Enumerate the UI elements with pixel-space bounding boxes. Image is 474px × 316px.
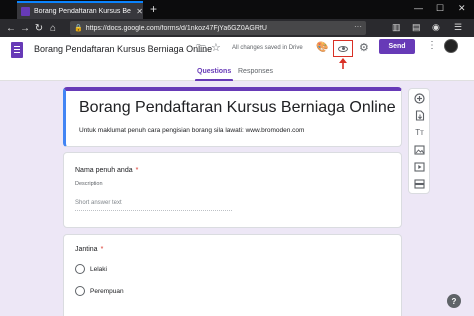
add-title-icon[interactable]: Tт bbox=[414, 127, 425, 138]
minimize-icon[interactable]: — bbox=[414, 3, 423, 13]
active-tab-indicator bbox=[195, 79, 233, 81]
browser-tab[interactable]: Borang Pendaftaran Kursus Be ✕ bbox=[17, 1, 143, 19]
new-tab-button[interactable]: + bbox=[150, 2, 157, 16]
add-video-icon[interactable] bbox=[414, 161, 425, 172]
form-title-card[interactable]: Borang Pendaftaran Kursus Berniaga Onlin… bbox=[63, 87, 402, 147]
url-text: https://docs.google.com/forms/d/1nkoz47F… bbox=[85, 24, 267, 32]
reload-icon[interactable]: ↻ bbox=[32, 23, 46, 34]
saved-status: All changes saved in Drive bbox=[232, 45, 303, 51]
form-title[interactable]: Borang Pendaftaran Kursus Berniaga Onlin… bbox=[79, 99, 396, 117]
import-questions-icon[interactable] bbox=[414, 110, 425, 121]
radio-circle-icon[interactable] bbox=[75, 264, 85, 274]
extension-icon[interactable]: ◉ bbox=[432, 22, 440, 33]
palette-icon[interactable]: 🎨 bbox=[316, 42, 328, 53]
tab-responses[interactable]: Responses bbox=[238, 68, 273, 75]
preview-button[interactable] bbox=[333, 40, 353, 57]
tab-close-icon[interactable]: ✕ bbox=[136, 7, 143, 16]
send-button[interactable]: Send bbox=[379, 39, 415, 54]
question-card[interactable]: Nama penuh anda * Description Short answe… bbox=[63, 152, 402, 228]
required-asterisk: * bbox=[100, 246, 104, 253]
question-title: Jantina bbox=[75, 246, 98, 253]
star-icon[interactable]: ☆ bbox=[211, 41, 221, 54]
back-icon[interactable]: ← bbox=[4, 23, 18, 34]
radio-circle-icon[interactable] bbox=[75, 286, 85, 296]
form-description[interactable]: Untuk maklumat penuh cara pengisian bora… bbox=[79, 127, 304, 134]
library-icon[interactable]: ▥ bbox=[392, 22, 401, 33]
browser-tab-title: Borang Pendaftaran Kursus Be bbox=[34, 7, 131, 15]
option-label: Lelaki bbox=[90, 265, 107, 273]
google-forms-logo-icon[interactable] bbox=[11, 42, 23, 58]
window-close-icon[interactable]: ✕ bbox=[458, 3, 466, 14]
browser-tab-bar: Borang Pendaftaran Kursus Be ✕ + — ☐ ✕ bbox=[0, 0, 474, 19]
add-section-icon[interactable] bbox=[414, 178, 425, 189]
question-description: Description bbox=[75, 181, 103, 187]
radio-option[interactable]: Lelaki bbox=[75, 264, 107, 274]
form-tabs: Questions Responses bbox=[0, 64, 474, 81]
forward-icon[interactable]: → bbox=[18, 23, 32, 34]
question-card[interactable]: Jantina * Lelaki Perempuan bbox=[63, 234, 402, 316]
menu-icon[interactable]: ☰ bbox=[454, 22, 462, 33]
browser-nav-bar: ← → ↻ ⌂ 🔒 https://docs.google.com/forms/… bbox=[0, 19, 474, 37]
forms-favicon-icon bbox=[21, 6, 30, 16]
help-button[interactable]: ? bbox=[447, 294, 461, 308]
forms-header: Borang Pendaftaran Kursus Berniaga Onlin… bbox=[0, 37, 474, 81]
folder-icon[interactable]: 🗀 bbox=[196, 42, 206, 59]
home-icon[interactable]: ⌂ bbox=[46, 23, 60, 34]
radio-option[interactable]: Perempuan bbox=[75, 286, 124, 296]
lock-icon: 🔒 bbox=[74, 25, 83, 32]
more-vert-icon[interactable]: ⋮ bbox=[427, 40, 437, 51]
settings-gear-icon[interactable]: ⚙ bbox=[359, 41, 369, 54]
document-title[interactable]: Borang Pendaftaran Kursus Berniaga Onlin… bbox=[34, 44, 212, 54]
add-image-icon[interactable] bbox=[414, 144, 425, 155]
question-toolbar: Tт bbox=[408, 88, 430, 194]
option-label: Perempuan bbox=[90, 287, 124, 295]
question-title: Nama penuh anda bbox=[75, 167, 133, 174]
add-question-icon[interactable] bbox=[414, 93, 425, 104]
required-asterisk: * bbox=[135, 167, 139, 174]
maximize-icon[interactable]: ☐ bbox=[436, 3, 444, 14]
eye-icon bbox=[338, 45, 348, 52]
page-actions-icon[interactable]: ··· bbox=[354, 22, 362, 31]
question-label: Nama penuh anda * bbox=[75, 167, 138, 174]
tab-questions[interactable]: Questions bbox=[197, 68, 231, 75]
avatar[interactable] bbox=[444, 39, 458, 53]
sidebar-icon[interactable]: ▤ bbox=[412, 22, 421, 33]
url-bar[interactable]: 🔒 https://docs.google.com/forms/d/1nkoz4… bbox=[70, 21, 366, 35]
short-answer-field: Short answer text bbox=[75, 200, 232, 211]
question-label: Jantina * bbox=[75, 246, 103, 253]
